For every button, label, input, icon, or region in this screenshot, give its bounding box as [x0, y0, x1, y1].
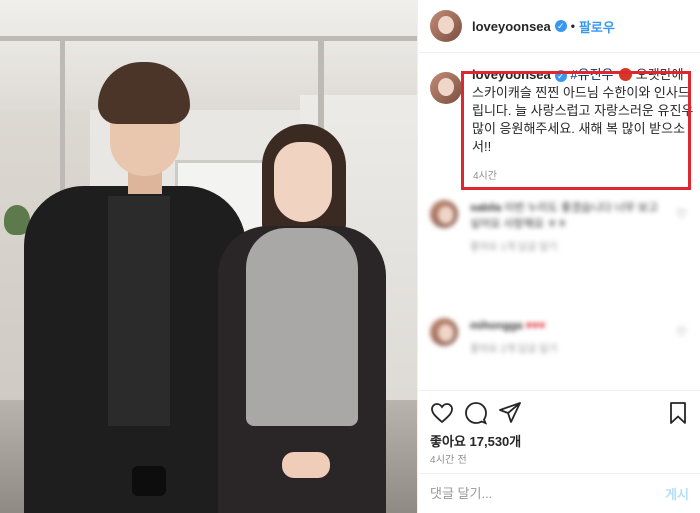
comment-meta: 좋아요 1개 답글 달기 — [470, 242, 558, 253]
caption-text: loveyoonsea ✓ #유진우 오랫만에 스카이캐슬 찐찐 아드님 수한이와… — [472, 66, 696, 156]
comment-item: mihongga ♥♥♥ 좋아요 2개 답글 달기 ♡ — [430, 318, 700, 378]
comment-username[interactable]: mihongga — [470, 320, 523, 332]
comment-body: sabila 이번 누리도 좋겠습니다 너무 보고 싶어요 사랑해요 ㅎㅎ 좋아… — [470, 200, 670, 256]
likes-number: 17,530개 — [469, 434, 522, 449]
comment-item: sabila 이번 누리도 좋겠습니다 너무 보고 싶어요 사랑해요 ㅎㅎ 좋아… — [430, 200, 700, 300]
verified-badge-icon: ✓ — [554, 70, 567, 82]
boy-shirt — [108, 196, 170, 426]
caption: loveyoonsea ✓ #유진우 오랫만에 스카이캐슬 찐찐 아드님 수한이와… — [430, 66, 696, 156]
boy-watch — [132, 466, 166, 496]
caption-avatar[interactable] — [430, 72, 462, 104]
girl-face — [274, 142, 332, 222]
likes-count[interactable]: 좋아요 17,530개 — [430, 431, 521, 450]
post-side-panel: loveyoonsea ✓ • 팔로우 loveyoonsea ✓ #유진우 오랫… — [417, 0, 700, 513]
comment-text: ♥♥♥ — [525, 320, 546, 332]
comment-meta: 좋아요 2개 답글 달기 — [470, 344, 558, 355]
comment-like-icon[interactable]: ♡ — [676, 326, 688, 338]
instagram-post: loveyoonsea ✓ • 팔로우 loveyoonsea ✓ #유진우 오랫… — [0, 0, 700, 513]
girl-hands — [282, 452, 330, 478]
comment-input[interactable] — [430, 486, 666, 501]
caption-username[interactable]: loveyoonsea — [472, 67, 551, 82]
post-photo[interactable] — [0, 0, 417, 513]
likes-label: 좋아요 — [430, 434, 466, 449]
share-send-icon[interactable] — [498, 401, 522, 425]
post-actions: 좋아요 17,530개 4시간 전 — [418, 390, 700, 480]
post-header: loveyoonsea ✓ • 팔로우 — [418, 0, 700, 53]
comment-body: mihongga ♥♥♥ 좋아요 2개 답글 달기 — [470, 318, 670, 358]
follow-button[interactable]: 팔로우 — [579, 17, 615, 36]
save-bookmark-icon[interactable] — [666, 401, 690, 425]
girl-vest — [246, 228, 358, 426]
caption-time: 4시간 — [473, 171, 497, 182]
author-username[interactable]: loveyoonsea — [472, 19, 551, 34]
caption-hashtag[interactable]: #유진우 — [570, 67, 613, 82]
comment-avatar[interactable] — [430, 200, 458, 228]
comment-like-icon[interactable]: ♡ — [676, 208, 688, 220]
verified-badge-icon: ✓ — [554, 20, 567, 32]
separator-dot: • — [570, 19, 575, 33]
author-avatar[interactable] — [430, 10, 462, 42]
comment-username[interactable]: sabila — [470, 202, 501, 214]
comment-bar: 게시 — [418, 473, 700, 513]
like-heart-icon[interactable] — [430, 401, 454, 425]
comment-bubble-icon[interactable] — [464, 401, 488, 425]
post-timestamp[interactable]: 4시간 전 — [430, 451, 467, 466]
post-comment-button[interactable]: 게시 — [665, 484, 689, 503]
comment-avatar[interactable] — [430, 318, 458, 346]
devil-emoji-icon — [619, 68, 633, 81]
